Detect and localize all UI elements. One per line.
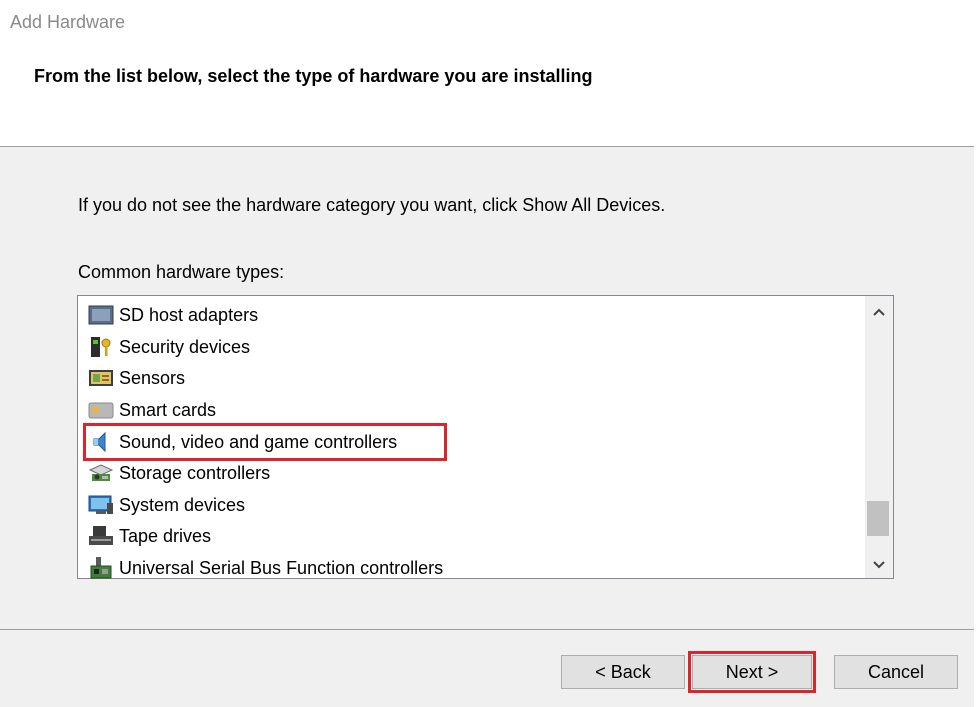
list-item-label: Tape drives: [119, 525, 212, 546]
scroll-down-button[interactable]: [865, 551, 893, 579]
storage-controller-icon: [88, 461, 114, 485]
list-item-security-devices[interactable]: Security devices: [88, 333, 250, 361]
system-device-icon: [88, 493, 114, 517]
smart-card-icon: [88, 398, 114, 422]
list-item-system-devices[interactable]: System devices: [88, 491, 245, 519]
sd-adapter-icon: [88, 303, 114, 327]
chevron-up-icon: [872, 304, 886, 320]
list-item-sensors[interactable]: Sensors: [88, 364, 185, 392]
page-heading: From the list below, select the type of …: [34, 66, 593, 86]
wizard-header: Add Hardware From the list below, select…: [0, 0, 974, 147]
window-edge: [974, 0, 978, 707]
security-device-icon: [88, 335, 114, 359]
selection-highlight: [83, 423, 447, 461]
list-item-storage-controllers[interactable]: Storage controllers: [88, 459, 270, 487]
tape-drive-icon: [88, 524, 114, 548]
list-label: Common hardware types:: [78, 262, 285, 282]
list-item-label: Smart cards: [119, 399, 217, 420]
list-item-label: Sensors: [119, 367, 186, 388]
cancel-button[interactable]: Cancel: [834, 655, 958, 689]
window-title: Add Hardware: [10, 12, 126, 32]
list-item-label: Security devices: [119, 336, 251, 357]
footer-divider: [0, 629, 974, 630]
next-button[interactable]: Next >: [692, 655, 812, 689]
list-item-label: SD host adapters: [119, 304, 259, 325]
chevron-down-icon: [872, 557, 886, 573]
list-item-label: System devices: [119, 494, 246, 515]
scroll-up-button[interactable]: [865, 298, 893, 326]
list-scrollbar[interactable]: [865, 296, 893, 578]
list-item-usb-function-controllers[interactable]: Universal Serial Bus Function controller…: [88, 554, 443, 582]
back-button[interactable]: < Back: [561, 655, 685, 689]
hardware-type-list[interactable]: SD host adapters Security devices Sensor…: [77, 295, 894, 579]
list-item-label: Storage controllers: [119, 462, 271, 483]
sensor-icon: [88, 366, 114, 390]
list-item-smart-cards[interactable]: Smart cards: [88, 396, 216, 424]
list-item-label: Universal Serial Bus Function controller…: [119, 557, 444, 578]
list-item-tape-drives[interactable]: Tape drives: [88, 522, 211, 550]
instruction-text: If you do not see the hardware category …: [78, 195, 666, 215]
scroll-thumb[interactable]: [867, 501, 889, 536]
list-item-sd-host-adapters[interactable]: SD host adapters: [88, 301, 258, 329]
usb-controller-icon: [88, 556, 114, 580]
